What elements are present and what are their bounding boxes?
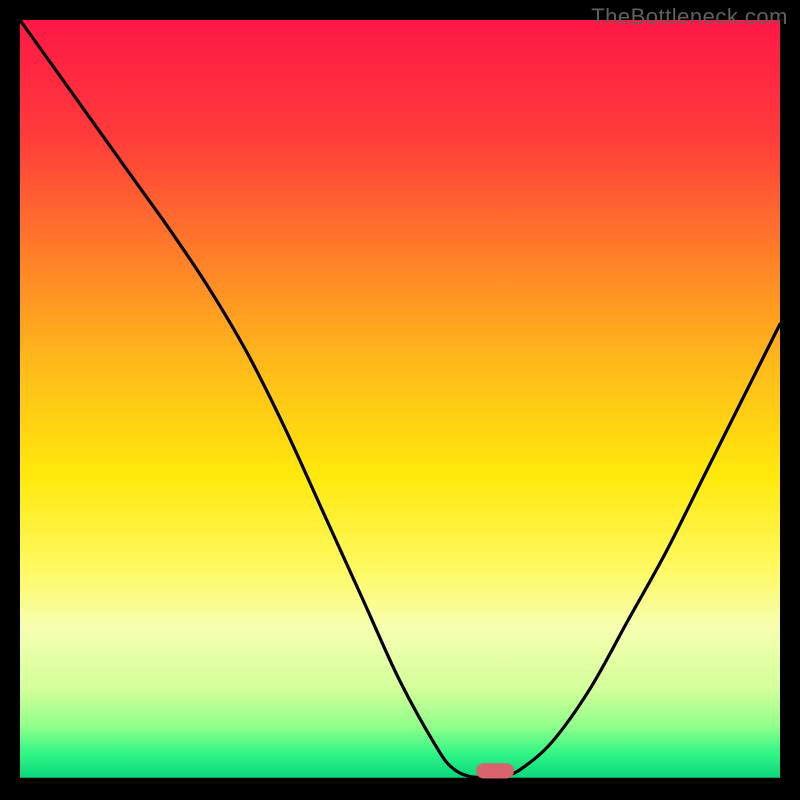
bottleneck-curve — [20, 20, 780, 778]
optimum-pill — [476, 763, 514, 778]
chart-stage: TheBottleneck.com — [0, 0, 800, 800]
watermark-text: TheBottleneck.com — [591, 4, 788, 30]
curve-layer — [20, 20, 780, 780]
plot-frame — [20, 20, 780, 780]
